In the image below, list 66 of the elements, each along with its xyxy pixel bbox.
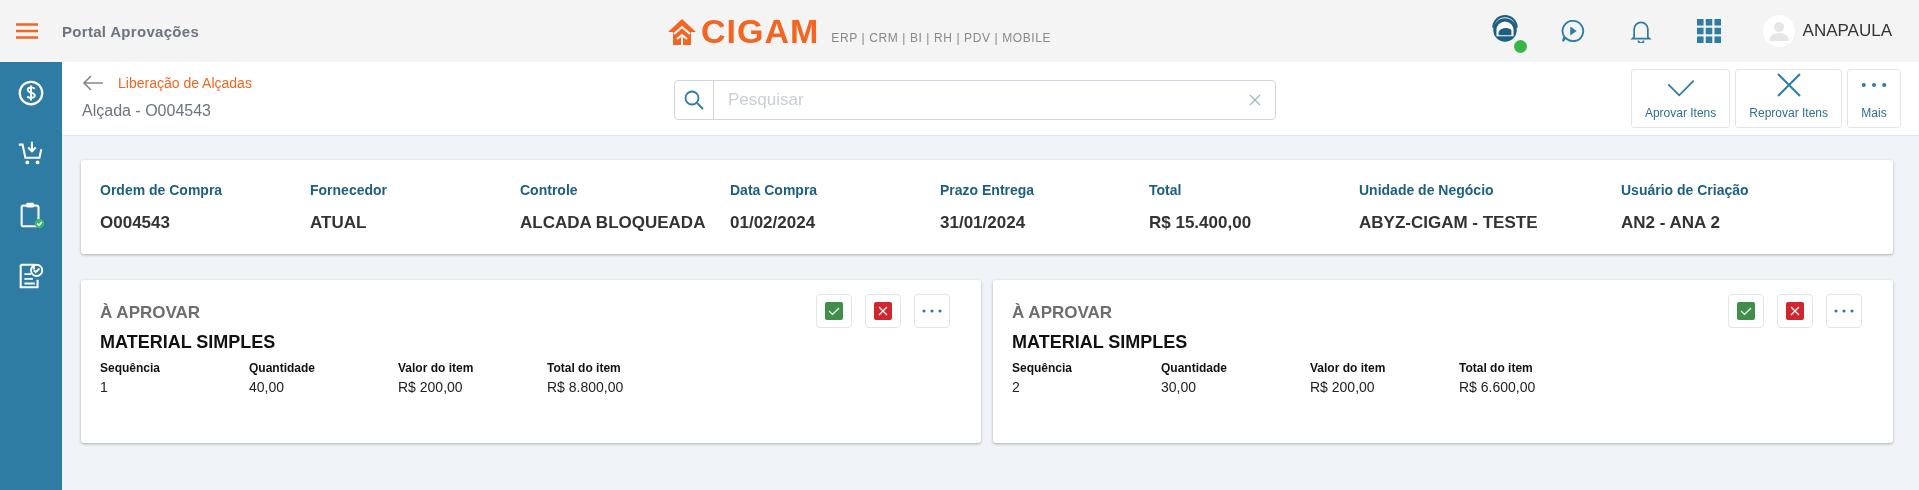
field-value: 31/01/2024 [940, 212, 1027, 233]
house-logo-icon [667, 17, 697, 47]
apps-grid-icon[interactable] [1696, 19, 1721, 43]
field-label: Quantidade [1161, 361, 1228, 375]
field-label: Valor do item [398, 361, 475, 375]
back-arrow-icon[interactable] [82, 75, 104, 91]
money-icon[interactable] [16, 78, 46, 108]
play-chat-icon[interactable] [1560, 19, 1585, 43]
field-value: ATUAL [310, 212, 368, 233]
more-icon [922, 309, 942, 313]
breadcrumb-link[interactable]: Liberação de Alçadas [118, 75, 252, 91]
more-icon [1834, 309, 1854, 313]
app-title: Portal Aprovações [62, 22, 200, 40]
notification-bell-icon[interactable] [1628, 19, 1653, 43]
page-title: Alçada - O004543 [82, 102, 212, 120]
menu-icon[interactable] [16, 23, 38, 39]
field-value: R$ 15.400,00 [1149, 212, 1253, 233]
field-value: 01/02/2024 [730, 212, 817, 233]
logo-tagline: ERP | CRM | BI | RH | PDV | MOBILE [831, 31, 1052, 45]
field-value: R$ 200,00 [1310, 379, 1376, 395]
field-label: Fornecedor [310, 181, 388, 198]
close-icon [874, 302, 892, 320]
field-value: ABYZ-CIGAM - TESTE [1359, 212, 1539, 233]
check-icon [1665, 78, 1696, 98]
check-icon [825, 302, 843, 320]
field-label: Valor do item [1310, 361, 1387, 375]
check-icon [1737, 302, 1755, 320]
status-label: À APROVAR [100, 303, 201, 323]
approve-button[interactable] [1728, 294, 1764, 328]
field-label: Ordem de Compra [100, 181, 224, 198]
more-icon [1861, 82, 1887, 88]
more-button[interactable]: Mais [1847, 69, 1901, 128]
field-value: R$ 8.800,00 [547, 379, 625, 395]
approve-button[interactable] [816, 294, 852, 328]
close-icon [1775, 72, 1802, 98]
reject-items-button[interactable]: Reprovar Itens [1735, 69, 1842, 128]
logo-text: CIGAM [701, 15, 820, 47]
field-value: 40,00 [249, 379, 286, 395]
reject-button[interactable] [1777, 294, 1813, 328]
field-value: AN2 - ANA 2 [1621, 212, 1721, 233]
field-value: 30,00 [1161, 379, 1198, 395]
field-value: 1 [100, 379, 109, 395]
field-value: O004543 [100, 212, 171, 233]
status-label: À APROVAR [1012, 303, 1113, 323]
field-label: Sequência [1012, 361, 1074, 375]
field-label: Unidade de Negócio [1359, 181, 1495, 198]
approve-items-button[interactable]: Aprovar Itens [1630, 69, 1731, 128]
field-value: R$ 6.600,00 [1459, 379, 1537, 395]
field-label: Data Compra [730, 181, 819, 198]
field-value: ALCADA BLOQUEADA [520, 212, 707, 233]
reject-button[interactable] [865, 294, 901, 328]
close-icon [1786, 302, 1804, 320]
field-label: Prazo Entrega [940, 181, 1036, 198]
item-name: MATERIAL SIMPLES [1012, 332, 1189, 353]
user-name[interactable]: ANAPAULA [1802, 21, 1892, 41]
field-label: Quantidade [249, 361, 316, 375]
search-icon [684, 90, 704, 110]
field-label: Sequência [100, 361, 162, 375]
field-label: Usuário de Criação [1621, 181, 1750, 198]
field-label: Controle [520, 181, 579, 198]
field-label: Total do item [547, 361, 622, 375]
item-name: MATERIAL SIMPLES [100, 332, 277, 353]
field-value: R$ 200,00 [398, 379, 464, 395]
field-label: Total do item [1459, 361, 1534, 375]
field-value: 2 [1012, 379, 1021, 395]
field-label: Total [1149, 181, 1183, 198]
